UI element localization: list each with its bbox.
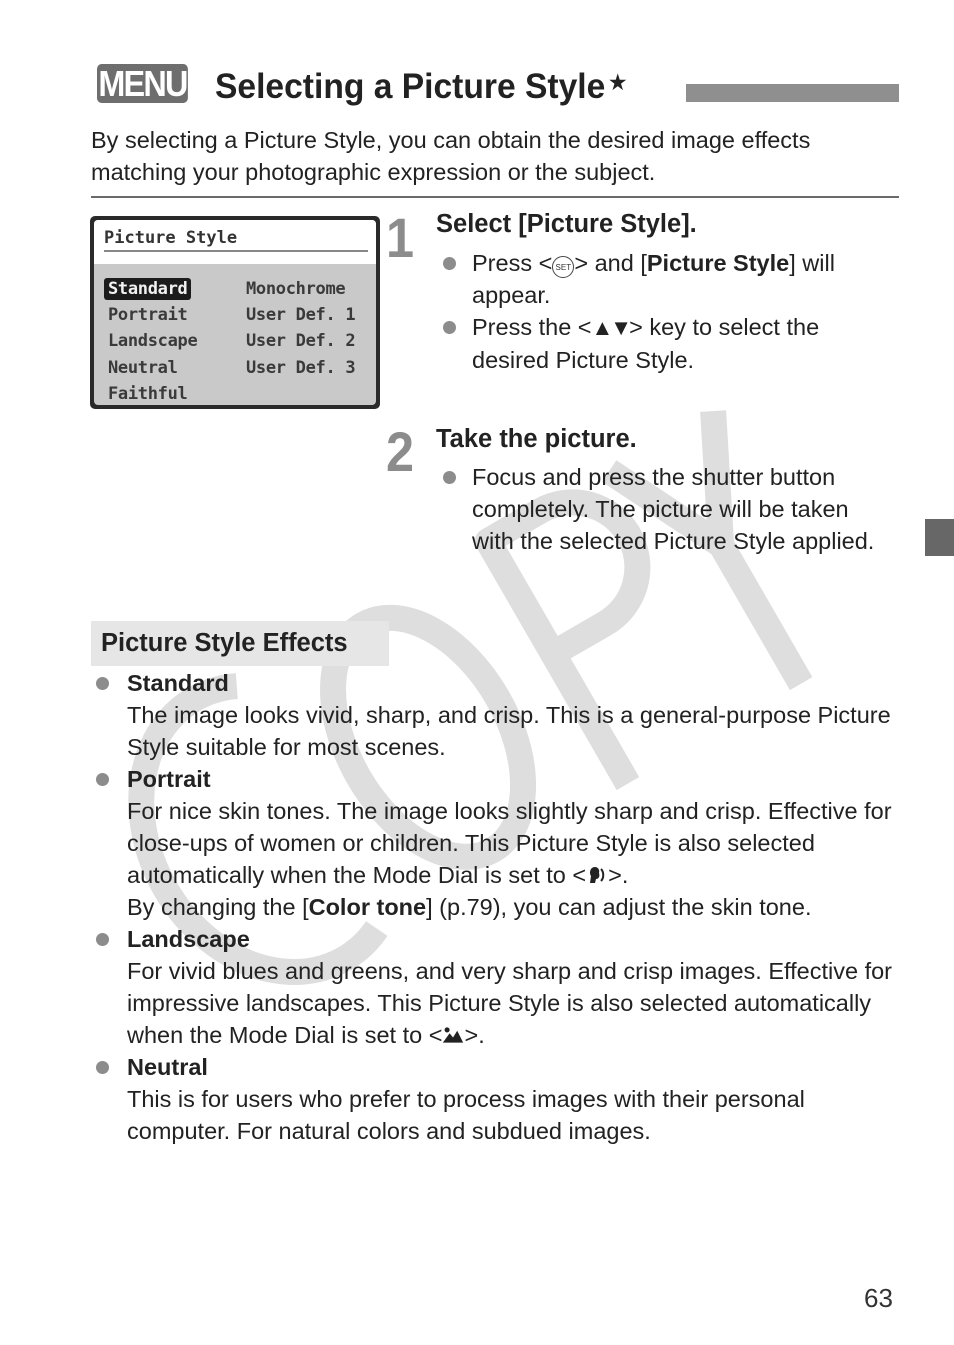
step-number: 2 xyxy=(386,420,415,483)
divider xyxy=(91,196,899,198)
lcd-option-landscape: Landscape xyxy=(108,331,198,351)
effect-name: Landscape xyxy=(127,926,250,952)
page-title: Selecting a Picture Style ★ xyxy=(215,66,626,108)
landscape-mode-icon xyxy=(443,1027,464,1043)
bullet-dot-icon xyxy=(443,471,456,484)
lcd-option-user-def-1: User Def. 1 xyxy=(246,305,356,325)
lcd-title: Picture Style xyxy=(104,228,238,248)
step-heading: Select [Picture Style]. xyxy=(436,210,697,238)
bullet-dot-icon xyxy=(443,257,456,270)
effect-description: The image looks vivid, sharp, and crisp.… xyxy=(127,702,891,760)
title-bar-decoration xyxy=(686,84,899,102)
lcd-title-underline xyxy=(104,250,368,252)
effect-description-note: By changing the [Color tone] (p.79), you… xyxy=(127,894,812,920)
bullet-item: Press the <▲▼> key to select the desired… xyxy=(436,311,896,376)
bullet-dot-icon xyxy=(96,677,109,690)
effect-neutral: Neutral This is for users who prefer to … xyxy=(91,1051,901,1147)
page-number: 63 xyxy=(864,1283,893,1313)
chapter-tab xyxy=(925,519,954,556)
bullet-dot-icon xyxy=(96,773,109,786)
step-number: 1 xyxy=(386,206,415,269)
bullet-dot-icon xyxy=(96,1061,109,1074)
portrait-mode-icon xyxy=(590,867,605,883)
effect-standard: Standard The image looks vivid, sharp, a… xyxy=(91,667,901,763)
effects-section-header: Picture Style Effects xyxy=(91,621,389,666)
bullet-dot-icon xyxy=(96,933,109,946)
lcd-option-faithful: Faithful xyxy=(108,384,188,404)
lcd-option-standard: Standard xyxy=(104,278,192,300)
effect-name: Neutral xyxy=(127,1054,208,1080)
effects-list: Standard The image looks vivid, sharp, a… xyxy=(91,667,901,1147)
effect-description: For nice skin tones. The image looks sli… xyxy=(127,798,892,888)
bullet-item: Focus and press the shutter button compl… xyxy=(436,461,896,557)
lcd-option-user-def-2: User Def. 2 xyxy=(246,331,356,351)
lcd-option-portrait: Portrait xyxy=(108,305,188,325)
effect-description: This is for users who prefer to process … xyxy=(127,1086,805,1144)
bullet-item: Press < SET > and [Picture Style] will app… xyxy=(436,247,896,311)
step-heading: Take the picture. xyxy=(436,425,637,453)
effect-name: Standard xyxy=(127,670,229,696)
bullet-dot-icon xyxy=(443,321,456,334)
lcd-screen-image: Picture Style Standard Portrait Landscap… xyxy=(90,216,380,409)
effect-landscape: Landscape For vivid blues and greens, an… xyxy=(91,923,901,1051)
effect-description: For vivid blues and greens, and very sha… xyxy=(127,958,893,1048)
up-down-arrow-keys-icon: ▲▼ xyxy=(591,315,633,340)
set-button-icon: SET xyxy=(552,256,575,278)
lcd-option-neutral: Neutral xyxy=(108,358,178,378)
step-2-bullets: Focus and press the shutter button compl… xyxy=(436,461,896,557)
lcd-option-monochrome: Monochrome xyxy=(246,279,346,299)
step-1-bullets: Press < SET > and [Picture Style] will app… xyxy=(436,247,896,376)
menu-badge: MENU xyxy=(97,63,188,104)
lcd-option-user-def-3: User Def. 3 xyxy=(246,358,356,378)
lcd-header: Picture Style xyxy=(94,220,376,264)
effects-heading: Picture Style Effects xyxy=(101,629,348,657)
page-title-text: Selecting a Picture Style xyxy=(215,67,606,106)
intro-text: By selecting a Picture Style, you can ob… xyxy=(91,127,811,185)
effect-portrait: Portrait For nice skin tones. The image … xyxy=(91,763,901,923)
effect-name: Portrait xyxy=(127,766,211,792)
star-icon: ★ xyxy=(609,72,627,94)
